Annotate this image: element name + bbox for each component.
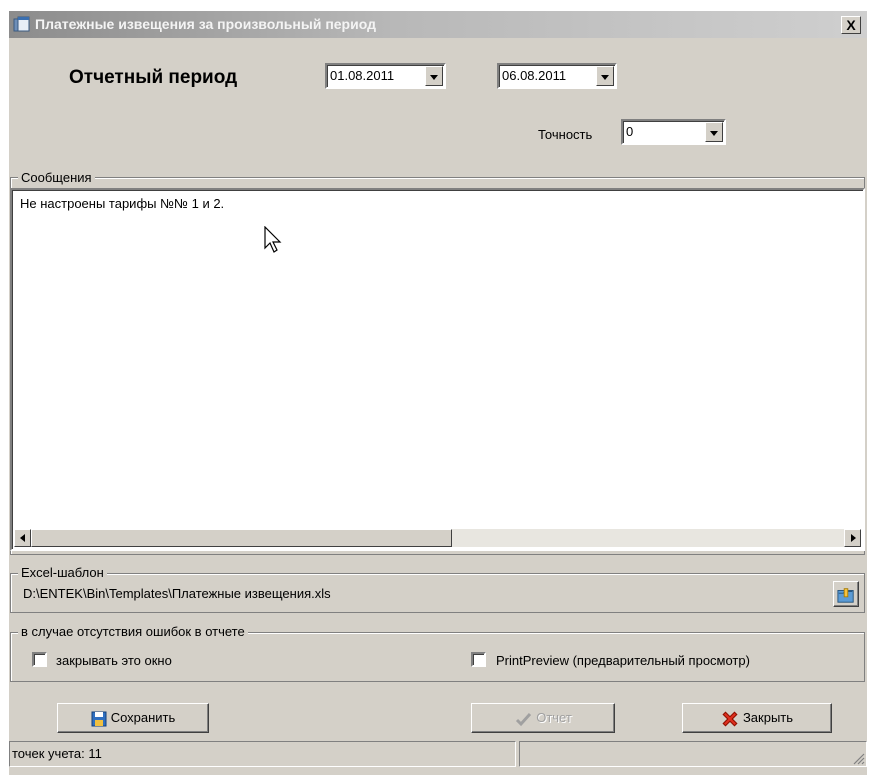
template-group-title: Excel-шаблон: [18, 565, 107, 580]
close-button-label: Закрыть: [742, 710, 794, 725]
app-window-icon: [13, 16, 30, 32]
precision-label: Точность: [538, 127, 593, 142]
precision-value: 0: [626, 124, 634, 139]
scrollbar-thumb[interactable]: [31, 529, 452, 547]
print-preview-label[interactable]: PrintPreview (предварительный просмотр): [496, 653, 750, 668]
status-points: точек учета: 11: [9, 741, 516, 767]
date-from-picker[interactable]: 01.08.2011: [325, 63, 446, 89]
date-to-value: 06.08.2011: [502, 68, 567, 83]
date-from-value: 01.08.2011: [330, 68, 395, 83]
scroll-left-icon[interactable]: [14, 529, 31, 547]
print-preview-checkbox[interactable]: [471, 652, 486, 667]
red-x-icon: [722, 711, 738, 727]
status-panel-empty: [519, 741, 867, 767]
folder-open-icon: [837, 587, 854, 603]
resize-grip-icon[interactable]: [851, 751, 865, 765]
close-button[interactable]: Закрыть: [682, 703, 832, 733]
options-group-title: в случае отсутствия ошибок в отчете: [18, 624, 248, 639]
chevron-down-icon[interactable]: [425, 66, 443, 86]
report-button-label: Отчет: [536, 710, 572, 725]
date-to-picker[interactable]: 06.08.2011: [497, 63, 617, 89]
close-window-button[interactable]: X: [841, 16, 861, 34]
close-window-label[interactable]: закрывать это окно: [56, 653, 172, 668]
messages-group-title: Сообщения: [18, 170, 95, 185]
horizontal-scrollbar[interactable]: [14, 529, 861, 547]
save-button[interactable]: Сохранить: [57, 703, 209, 733]
report-dialog: Платежные извещения за произвольный пери…: [9, 11, 867, 775]
floppy-disk-icon: [91, 711, 107, 727]
precision-select[interactable]: 0: [621, 119, 726, 145]
report-button[interactable]: Отчет: [471, 703, 615, 733]
chevron-down-icon[interactable]: [705, 122, 723, 142]
window-title: Платежные извещения за произвольный пери…: [35, 16, 376, 32]
scroll-right-icon[interactable]: [844, 529, 861, 547]
save-button-label: Сохранить: [110, 710, 176, 725]
checkmark-icon: [516, 712, 532, 726]
status-bar: точек учета: 11: [9, 741, 867, 775]
messages-memo[interactable]: Не настроены тарифы №№ 1 и 2.: [10, 188, 865, 551]
chevron-down-icon[interactable]: [596, 66, 614, 86]
close-window-checkbox[interactable]: [32, 652, 47, 667]
open-template-button[interactable]: [833, 581, 859, 607]
template-path: D:\ENTEK\Bin\Templates\Платежные извещен…: [23, 586, 331, 601]
message-line: Не настроены тарифы №№ 1 и 2.: [20, 196, 225, 211]
mouse-cursor-icon: [264, 226, 282, 253]
period-label: Отчетный период: [69, 67, 238, 88]
title-bar[interactable]: Платежные извещения за произвольный пери…: [9, 11, 867, 38]
